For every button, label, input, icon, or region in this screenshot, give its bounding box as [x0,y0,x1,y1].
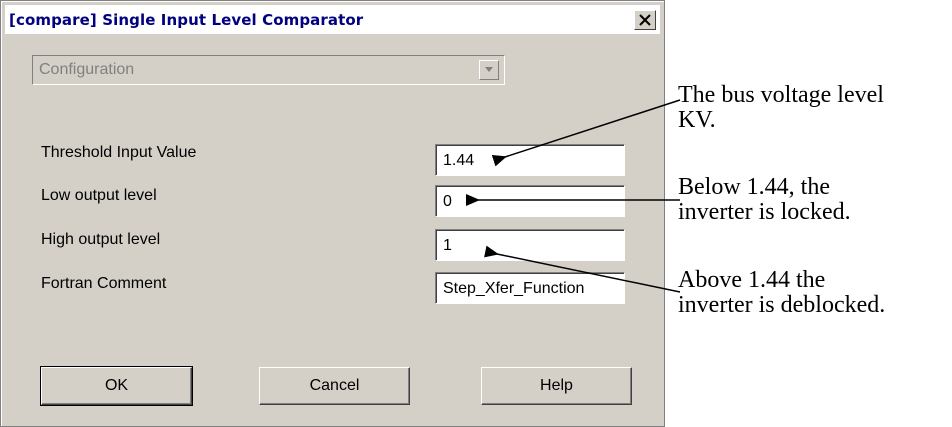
annotation-below-line2: inverter is locked. [678,199,851,225]
low-output-label: Low output level [41,187,157,204]
close-icon [639,14,651,26]
annotation-above-line1: Above 1.44 the [678,267,826,293]
fortran-comment-input[interactable]: Step_Xfer_Function [435,272,625,304]
configuration-dropdown[interactable]: Configuration [32,55,505,85]
annotation-bus-voltage-line1: The bus voltage level [678,82,884,108]
high-output-input[interactable]: 1 [435,229,625,261]
ok-button[interactable]: OK [40,366,193,406]
chevron-down-icon [485,67,493,72]
annotation-above-line2: inverter is deblocked. [678,292,886,318]
annotation-below-line1: Below 1.44, the [678,174,830,200]
threshold-value: 1.44 [443,152,475,169]
close-button[interactable] [634,10,656,30]
threshold-label: Threshold Input Value [41,144,197,161]
fortran-comment-label: Fortran Comment [41,275,167,292]
title-bar: [compare] Single Input Level Comparator [5,5,660,34]
low-output-value: 0 [443,193,452,210]
comparator-dialog: [compare] Single Input Level Comparator … [0,0,665,427]
cancel-button[interactable]: Cancel [259,367,410,405]
high-output-value: 1 [443,237,452,254]
dropdown-arrow-button[interactable] [479,60,499,80]
configuration-selected: Configuration [39,61,135,78]
high-output-label: High output level [41,231,161,248]
fortran-comment-value: Step_Xfer_Function [443,280,585,297]
annotation-bus-voltage-line2: KV. [678,107,716,133]
help-button[interactable]: Help [481,367,632,405]
window-title: [compare] Single Input Level Comparator [9,11,364,29]
threshold-input[interactable]: 1.44 [435,144,625,176]
low-output-input[interactable]: 0 [435,185,625,217]
